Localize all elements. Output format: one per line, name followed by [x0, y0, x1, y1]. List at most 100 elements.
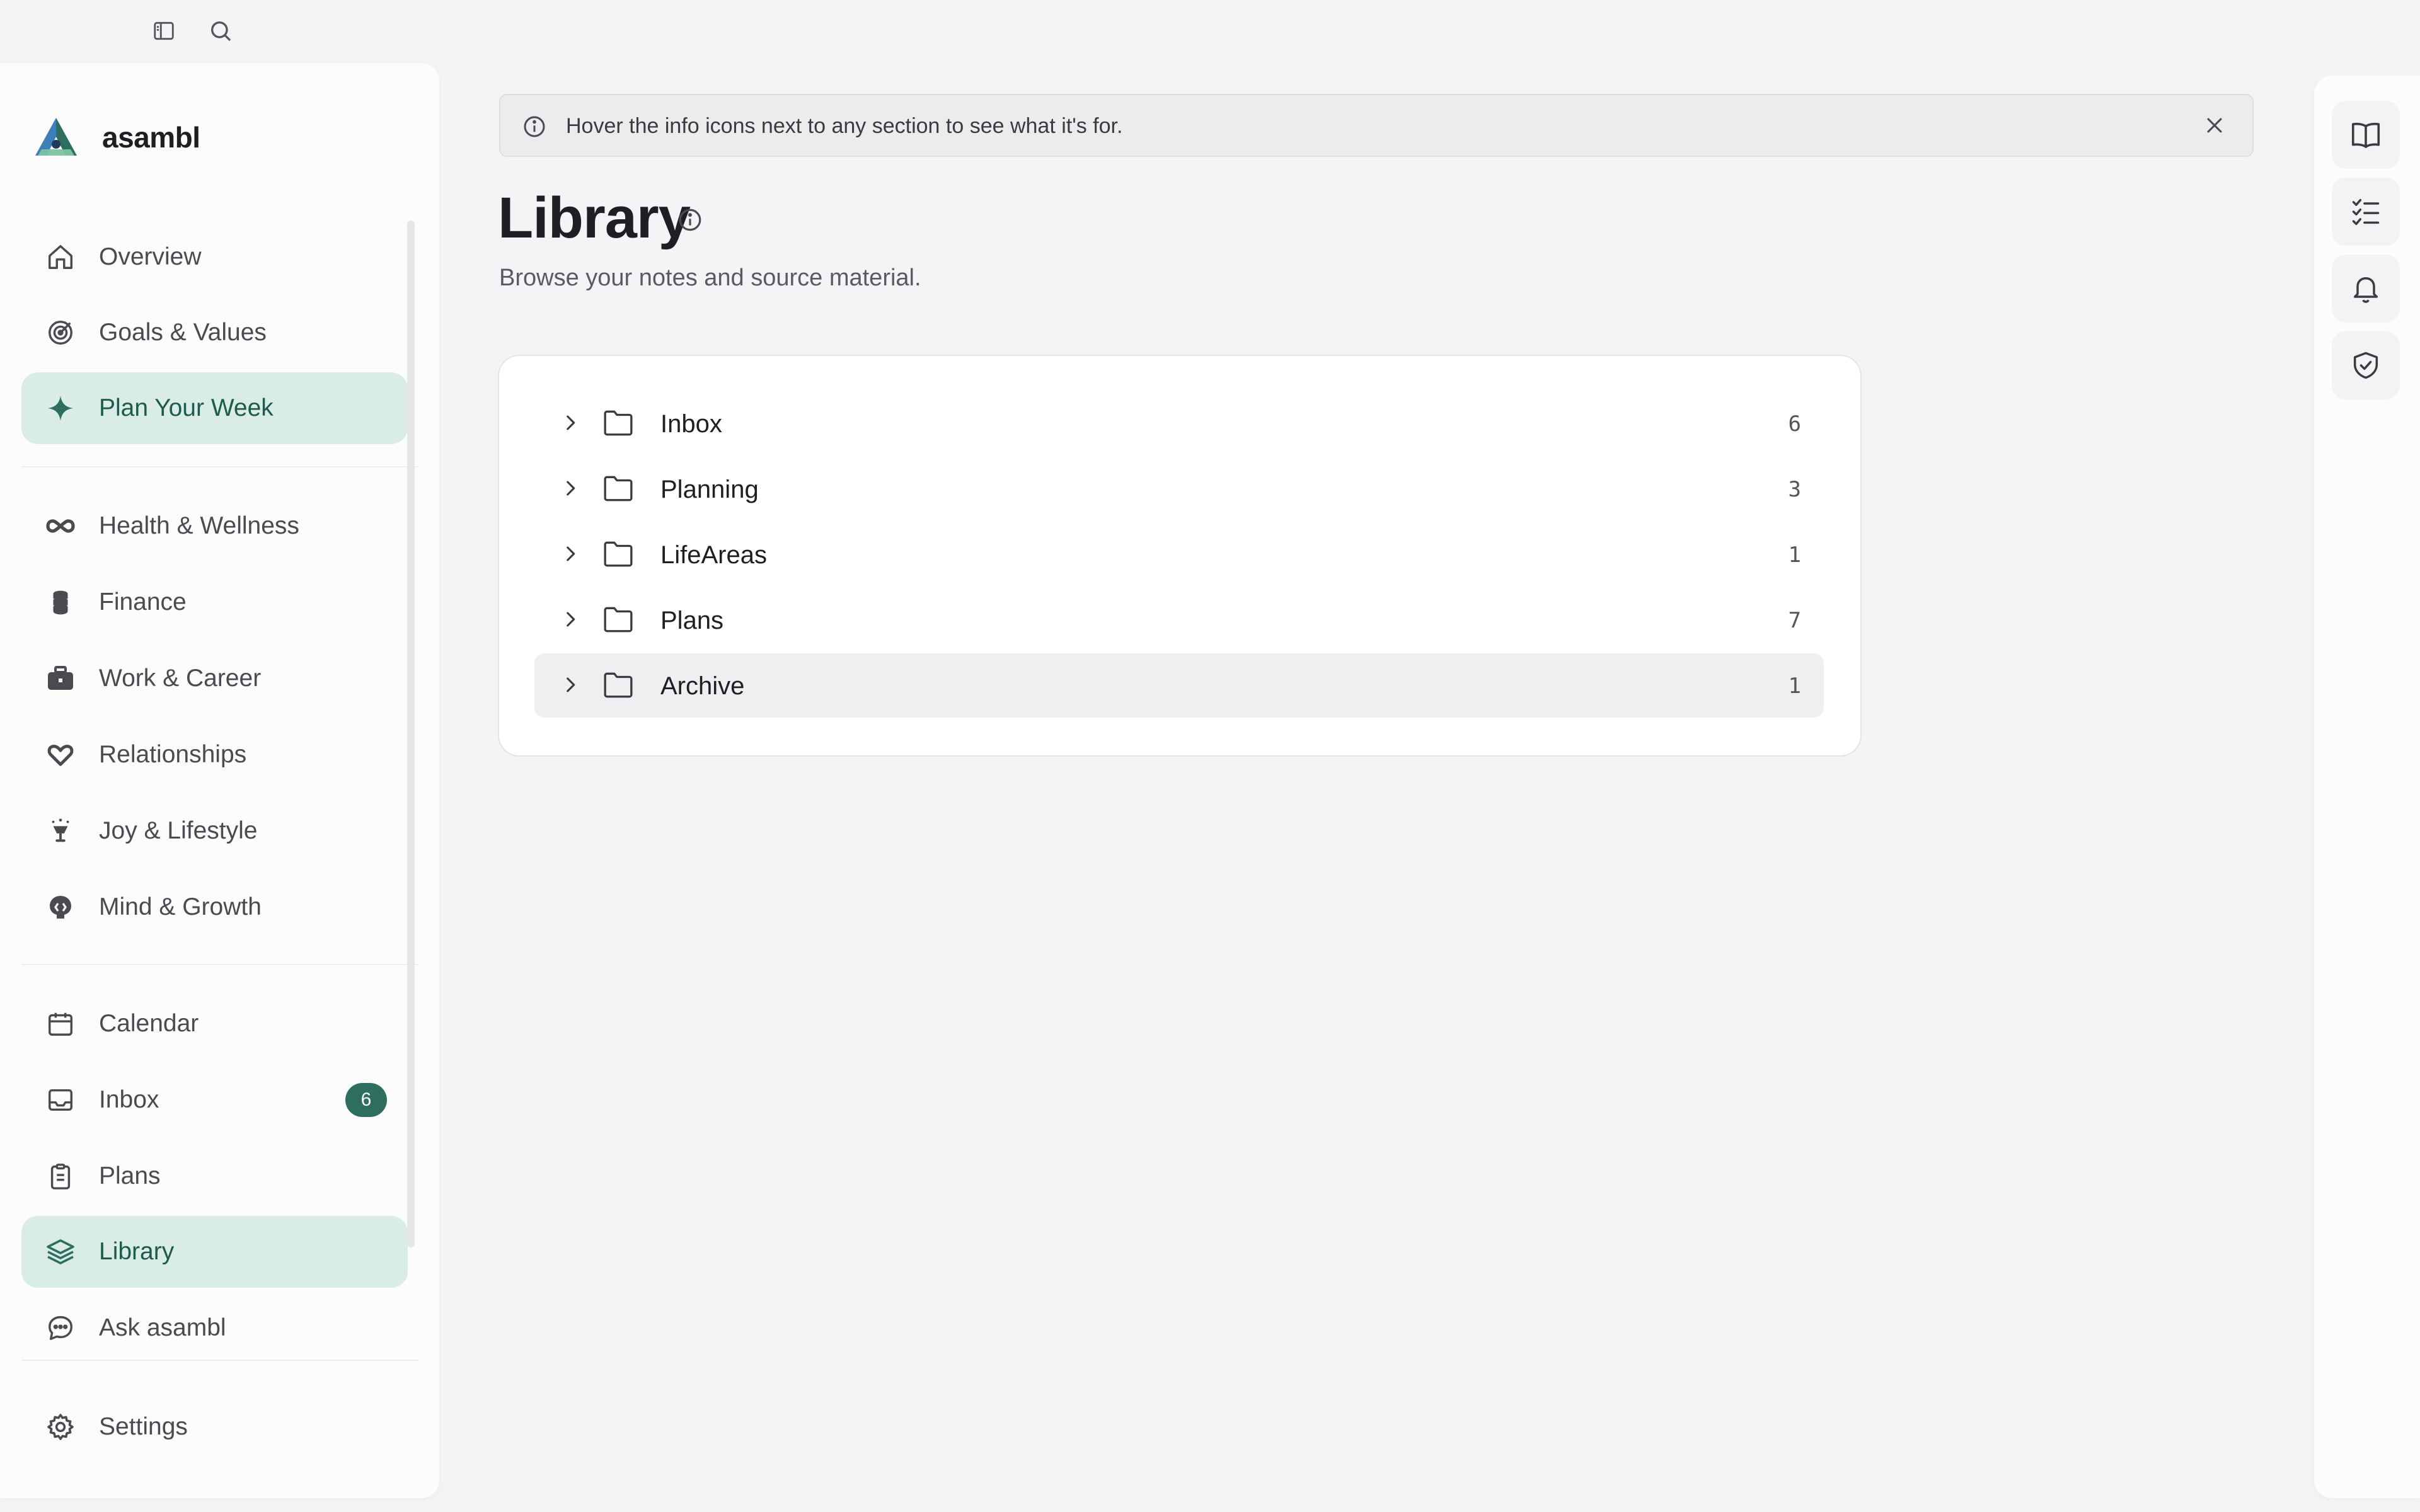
top-bar: [0, 0, 2420, 62]
bell-icon: [2349, 272, 2382, 305]
sidebar-item-relationships[interactable]: Relationships: [21, 719, 408, 791]
sidebar-item-calendar[interactable]: Calendar: [21, 988, 408, 1060]
sidebar-item-label: Overview: [99, 243, 202, 270]
sidebar-item-work-career[interactable]: Work & Career: [21, 643, 408, 714]
chevron-right-icon[interactable]: [560, 543, 581, 564]
folder-name: Planning: [660, 476, 759, 503]
sidebar-item-overview[interactable]: Overview: [21, 221, 408, 293]
sidebar-item-label: Calendar: [99, 1010, 199, 1037]
right-rail: [2314, 76, 2420, 1498]
sidebar-item-label: Ask asambl: [99, 1314, 226, 1341]
inbox-count-badge: 6: [345, 1083, 387, 1117]
search-button[interactable]: [205, 16, 236, 46]
sidebar-item-goals-values[interactable]: Goals & Values: [21, 297, 408, 369]
layers-icon: [44, 1235, 77, 1268]
sparkle-icon: [44, 392, 77, 425]
folder-row-lifeareas[interactable]: LifeAreas 1: [534, 522, 1824, 587]
folder-row-plans[interactable]: Plans 7: [534, 588, 1824, 652]
gear-icon: [44, 1411, 77, 1443]
journal-button[interactable]: [2332, 101, 2400, 169]
folder-name: LifeAreas: [660, 541, 767, 569]
sidebar-item-label: Library: [99, 1238, 175, 1265]
folder-icon: [602, 670, 634, 699]
search-icon: [208, 18, 233, 43]
sidebar-item-inbox[interactable]: Inbox 6: [21, 1064, 408, 1136]
notifications-button[interactable]: [2332, 255, 2400, 323]
sidebar-item-plan-your-week[interactable]: Plan Your Week: [21, 372, 408, 444]
target-icon: [44, 316, 77, 349]
folder-count: 1: [1788, 673, 1801, 699]
sidebar-item-library[interactable]: Library: [21, 1216, 408, 1288]
sidebar-item-settings[interactable]: Settings: [21, 1391, 408, 1463]
folder-icon: [602, 408, 634, 437]
divider: [21, 1360, 418, 1361]
dismiss-banner-button[interactable]: [2201, 112, 2228, 139]
sidebar-item-finance[interactable]: Finance: [21, 566, 408, 638]
folder-row-inbox[interactable]: Inbox 6: [534, 391, 1824, 455]
sidebar-scrollbar[interactable]: [407, 220, 415, 1247]
book-icon: [2349, 118, 2383, 152]
folder-row-archive[interactable]: Archive 1: [534, 653, 1824, 718]
sidebar-item-label: Goals & Values: [99, 319, 267, 346]
sidebar-item-mind-growth[interactable]: Mind & Growth: [21, 871, 408, 943]
info-icon: [522, 114, 547, 139]
brand[interactable]: asambl: [33, 112, 200, 163]
sidebar-item-label: Mind & Growth: [99, 893, 262, 920]
inbox-icon: [44, 1084, 77, 1116]
sidebar: asambl Overview Goals & Values Plan Your…: [0, 63, 439, 1498]
sidebar-item-plans[interactable]: Plans: [21, 1140, 408, 1212]
close-icon: [2204, 115, 2225, 136]
heart-icon: [44, 738, 77, 771]
info-icon[interactable]: [677, 207, 703, 233]
sidebar-item-label: Health & Wellness: [99, 512, 299, 539]
folder-count: 3: [1788, 477, 1801, 502]
sidebar-item-label: Settings: [99, 1413, 188, 1440]
tasks-button[interactable]: [2332, 178, 2400, 246]
home-icon: [44, 241, 77, 273]
brain-icon: [44, 891, 77, 924]
checklist-icon: [2349, 195, 2382, 228]
briefcase-icon: [44, 662, 77, 695]
sidebar-item-ask-asambl[interactable]: Ask asambl: [21, 1292, 408, 1364]
divider: [21, 964, 418, 965]
sidebar-item-label: Joy & Lifestyle: [99, 817, 258, 844]
sidebar-item-label: Inbox: [99, 1086, 159, 1113]
folder-icon: [602, 605, 634, 634]
sidebar-toggle-icon: [152, 19, 176, 43]
sidebar-item-label: Relationships: [99, 741, 247, 768]
divider: [21, 466, 418, 467]
sidebar-item-label: Plan Your Week: [99, 394, 274, 421]
clipboard-icon: [44, 1160, 77, 1193]
info-banner: Hover the info icons next to any section…: [499, 94, 2254, 157]
folder-count: 7: [1788, 608, 1801, 633]
chat-icon: [44, 1312, 77, 1344]
infinity-icon: [44, 510, 77, 542]
sidebar-item-health-wellness[interactable]: Health & Wellness: [21, 490, 408, 562]
brand-name: asambl: [102, 121, 200, 154]
sidebar-item-label: Work & Career: [99, 665, 262, 692]
sidebar-item-joy-lifestyle[interactable]: Joy & Lifestyle: [21, 795, 408, 867]
coins-icon: [44, 586, 77, 619]
toggle-sidebar-button[interactable]: [149, 16, 179, 46]
folder-count: 6: [1788, 411, 1801, 437]
sidebar-item-label: Finance: [99, 588, 187, 616]
chevron-right-icon[interactable]: [560, 609, 581, 630]
glass-icon: [44, 815, 77, 847]
folder-name: Inbox: [660, 410, 722, 438]
calendar-icon: [44, 1007, 77, 1040]
chevron-right-icon[interactable]: [560, 674, 581, 696]
privacy-button[interactable]: [2332, 331, 2400, 399]
sidebar-item-label: Plans: [99, 1162, 161, 1189]
folder-count: 1: [1788, 542, 1801, 568]
logo-icon: [33, 115, 79, 159]
library-folder-list: Inbox 6 Planning 3 LifeAreas 1 Plans 7 A…: [498, 355, 1862, 757]
folder-icon: [602, 474, 634, 503]
folder-name: Plans: [660, 607, 724, 634]
chevron-right-icon[interactable]: [560, 478, 581, 499]
folder-row-planning[interactable]: Planning 3: [534, 457, 1824, 521]
banner-message: Hover the info icons next to any section…: [566, 114, 1123, 138]
folder-icon: [602, 539, 634, 568]
chevron-right-icon[interactable]: [560, 412, 581, 433]
folder-name: Archive: [660, 672, 745, 700]
page-title: Library: [498, 186, 691, 250]
